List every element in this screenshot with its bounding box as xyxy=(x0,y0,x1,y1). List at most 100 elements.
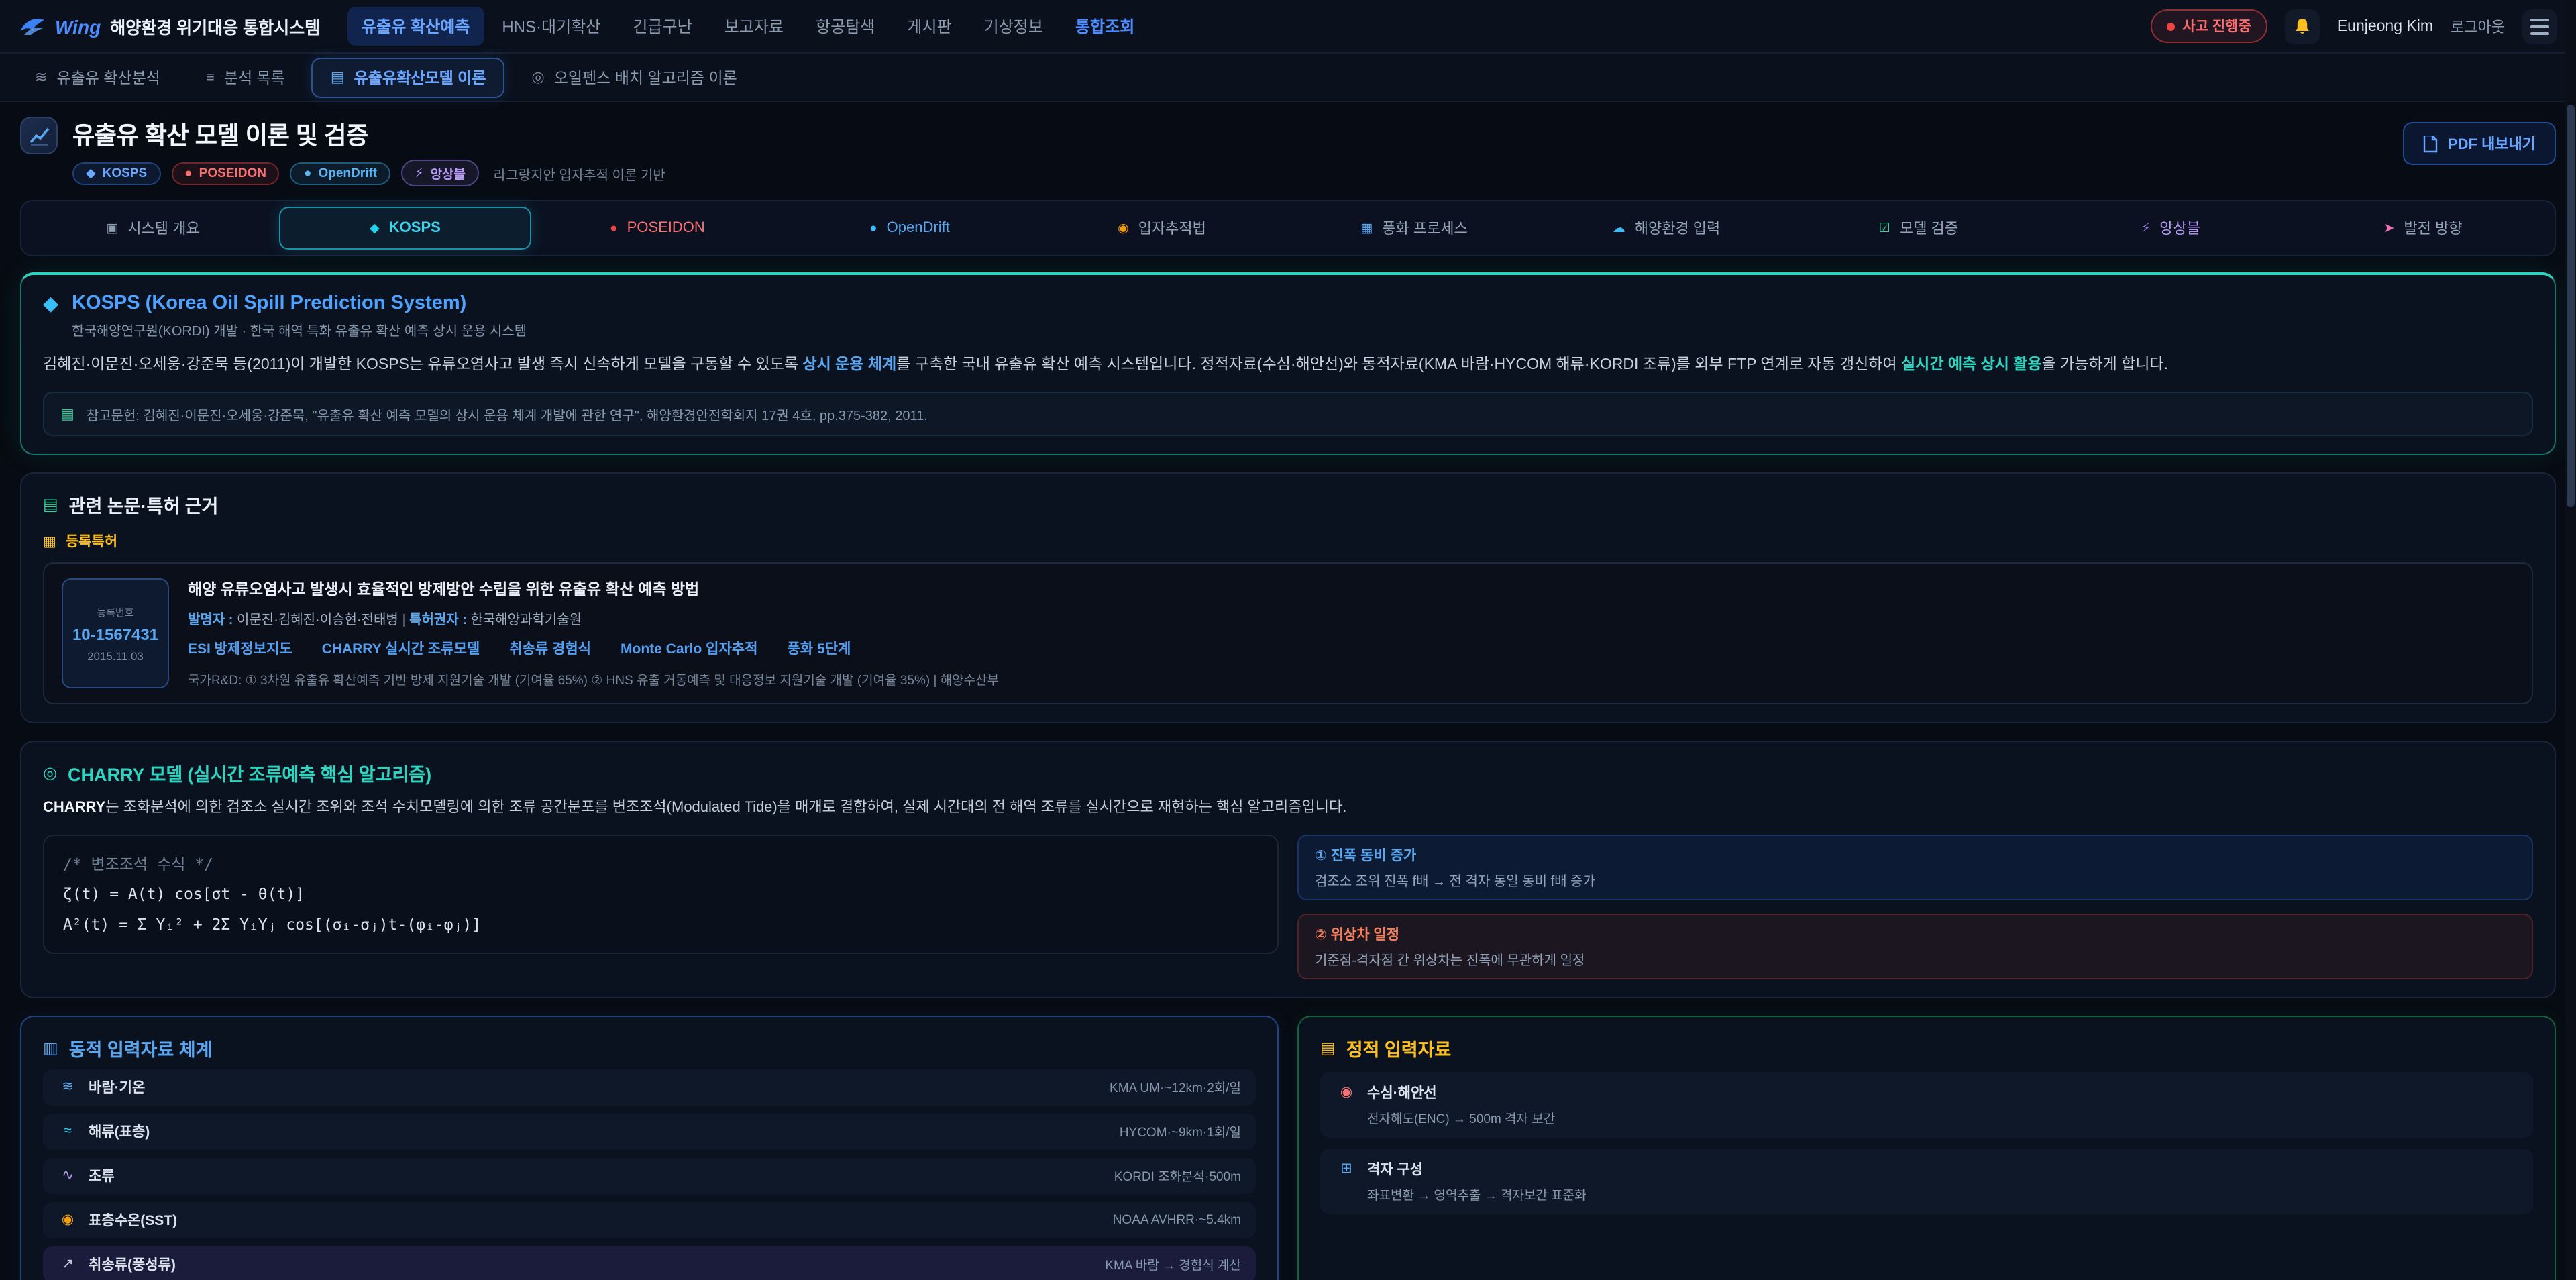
dynamic-input-title: ▥ 동적 입력자료 체계 xyxy=(43,1034,1256,1061)
nav-item-weather-info[interactable]: 기상정보 xyxy=(969,7,1058,46)
reference-box: ▤ 참고문헌: 김혜진·이문진·오세웅·강준묵, "유출유 확산 예측 모델의 … xyxy=(43,392,2533,436)
dyn-row-wind-temp: ≋ 바람·기온 KMA UM·~12km·2회/일 xyxy=(43,1069,1256,1105)
blue-dot-icon: ● xyxy=(869,221,877,235)
subtab-spill-analysis[interactable]: ≋ 유출유 확산분석 xyxy=(16,57,179,97)
page-header: 유출유 확산 모델 이론 및 검증 ◆ KOSPS ● POSEIDON ● O… xyxy=(0,102,2576,196)
nav-item-aerial-search[interactable]: 항공탐색 xyxy=(801,7,890,46)
pdf-icon xyxy=(2424,135,2438,152)
nav-item-emergency-rescue[interactable]: 긴급구난 xyxy=(618,7,706,46)
dyn-row-surface-current: ≈ 해류(표층) HYCOM·~9km·1회/일 xyxy=(43,1113,1256,1149)
kosps-title-block: KOSPS (Korea Oil Spill Prediction System… xyxy=(72,292,527,339)
book-icon: ▤ xyxy=(60,405,74,423)
subtab-label: 오일펜스 배치 알고리즘 이론 xyxy=(554,66,737,88)
charry-model-card: ◎ CHARRY 모델 (실시간 조류예측 핵심 알고리즘) CHARRY는 조… xyxy=(20,741,2556,998)
nav-item-oil-spill-prediction[interactable]: 유출유 확산예측 xyxy=(347,7,484,46)
vertical-scrollbar[interactable] xyxy=(2565,0,2576,1280)
diamond-icon: ◆ xyxy=(43,292,58,317)
stab-kosps[interactable]: ◆ KOSPS xyxy=(279,207,531,250)
patent-title: 해양 유류오염사고 발생시 효율적인 방제방안 수립을 위한 유출유 확산 예측… xyxy=(188,578,2514,600)
stab-particle-tracking[interactable]: ◉ 입자추적법 xyxy=(1036,207,1288,250)
arrow-icon: ↗ xyxy=(58,1256,78,1272)
inventors: 이문진·김혜진·이승현·전태병 xyxy=(237,613,398,628)
alert-dot-icon xyxy=(2166,22,2174,30)
rocket-icon: ➤ xyxy=(2383,221,2394,235)
assignee: 한국해양과학기술원 xyxy=(470,613,582,628)
stab-ensemble[interactable]: ⚡ 앙상블 xyxy=(2045,207,2297,250)
highlight-realtime-use: 실시간 예측 상시 활용 xyxy=(1901,357,2042,373)
incident-status-badge[interactable]: 사고 진행중 xyxy=(2150,9,2267,43)
folder-icon: ▤ xyxy=(1320,1038,1336,1057)
charry-section-title: ◎ CHARRY 모델 (실시간 조류예측 핵심 알고리즘) xyxy=(43,759,2533,786)
nav-item-hns-air-diffusion[interactable]: HNS·대기확산 xyxy=(487,7,615,46)
incident-badge-label: 사고 진행중 xyxy=(2182,16,2251,36)
tag-esi-map[interactable]: ESI 방제정보지도 xyxy=(188,639,292,659)
title-column: 유출유 확산 모델 이론 및 검증 ◆ KOSPS ● POSEIDON ● O… xyxy=(72,117,665,186)
tide-icon: ∿ xyxy=(58,1167,78,1183)
tag-monte-carlo[interactable]: Monte Carlo 입자추적 xyxy=(621,639,757,659)
stab-roadmap[interactable]: ➤ 발전 방향 xyxy=(2297,207,2549,250)
stab-validation[interactable]: ☑ 모델 검증 xyxy=(1792,207,2045,250)
badge-ensemble: ⚡ 앙상블 xyxy=(401,160,479,186)
model-badge-row: ◆ KOSPS ● POSEIDON ● OpenDrift ⚡ 앙상블 라그랑… xyxy=(72,160,665,186)
user-name: Eunjeong Kim xyxy=(2337,18,2433,34)
dynamic-input-card: ▥ 동적 입력자료 체계 ≋ 바람·기온 KMA UM·~12km·2회/일 ≈… xyxy=(20,1015,1279,1280)
reference-text: 참고문헌: 김혜진·이문진·오세웅·강준묵, "유출유 확산 예측 모델의 상시… xyxy=(87,404,928,424)
scrollbar-thumb[interactable] xyxy=(2567,105,2575,507)
patent-registration-box: 등록번호 10-1567431 2015.11.03 xyxy=(62,578,169,688)
stab-poseidon[interactable]: ● POSEIDON xyxy=(531,207,784,250)
process-icon: ▦ xyxy=(1360,221,1373,235)
charry-content-grid: /* 변조조석 수식 */ ζ(t) = A(t) cos[σt - θ(t)]… xyxy=(43,834,2533,979)
bell-icon xyxy=(2293,17,2312,36)
check-icon: ☑ xyxy=(1879,221,1890,235)
logout-button[interactable]: 로그아웃 xyxy=(2451,15,2505,37)
list-icon: ≡ xyxy=(206,69,215,85)
nav-item-board[interactable]: 게시판 xyxy=(892,7,966,46)
formula-line-2: A²(t) = Σ Yᵢ² + 2Σ YᵢYⱼ cos[(σᵢ-σⱼ)t-(φᵢ… xyxy=(63,909,1258,939)
certificate-icon: ▦ xyxy=(43,533,56,549)
wing-logo-icon xyxy=(19,13,46,40)
subtab-label: 유출유 확산분석 xyxy=(56,66,160,88)
stab-weathering[interactable]: ▦ 풍화 프로세스 xyxy=(1288,207,1540,250)
grid-icon: ⊞ xyxy=(1336,1161,1356,1177)
patent-section-title: ▤ 관련 논문·특허 근거 xyxy=(43,491,2533,518)
kosps-card-subtitle: 한국해양연구원(KORDI) 개발 · 한국 해역 특화 유출유 확산 예측 상… xyxy=(72,319,527,339)
patent-main-info: 해양 유류오염사고 발생시 효율적인 방제방안 수립을 위한 유출유 확산 예측… xyxy=(188,578,2514,688)
app-logo[interactable]: Wing 해양환경 위기대응 통합시스템 xyxy=(19,13,320,40)
analysis-icon: ≋ xyxy=(35,68,47,86)
highlight-operational-system: 상시 운용 체계 xyxy=(802,357,896,373)
static-input-title: ▤ 정적 입력자료 xyxy=(1320,1034,2533,1061)
red-dot-icon: ● xyxy=(610,221,618,235)
stab-opendrift[interactable]: ● OpenDrift xyxy=(784,207,1036,250)
theory-basis-note: 라그랑지안 입자추적 이론 기반 xyxy=(494,163,665,183)
registration-date: 2015.11.03 xyxy=(70,649,161,662)
pin-icon: ◉ xyxy=(1336,1084,1356,1100)
static-item-bathymetry: ◉ 수심·해안선 전자해도(ENC) → 500m 격자 보간 xyxy=(1320,1071,2533,1137)
bar-chart-icon: ▥ xyxy=(43,1038,58,1057)
stab-ocean-input[interactable]: ☁ 해양환경 입력 xyxy=(1540,207,1792,250)
badge-opendrift: ● OpenDrift xyxy=(290,162,390,184)
charry-description: CHARRY는 조화분석에 의한 검조소 실시간 조위와 조석 수치모델링에 의… xyxy=(43,797,2533,820)
stab-overview[interactable]: ▣ 시스템 개요 xyxy=(27,207,279,250)
patent-tag-row: ESI 방제정보지도 CHARRY 실시간 조류모델 취송류 경험식 Monte… xyxy=(188,639,2514,659)
tag-weathering-stages[interactable]: 풍화 5단계 xyxy=(787,639,851,659)
pdf-export-label: PDF 내보내기 xyxy=(2448,133,2536,154)
kosps-overview-card: ◆ KOSPS (Korea Oil Spill Prediction Syst… xyxy=(20,272,2556,455)
subtab-oil-fence-theory[interactable]: ◎ 오일펜스 배치 알고리즘 이론 xyxy=(513,57,756,97)
pdf-export-button[interactable]: PDF 내보내기 xyxy=(2404,122,2556,165)
badge-poseidon: ● POSEIDON xyxy=(171,162,280,184)
tag-charry-model[interactable]: CHARRY 실시간 조류모델 xyxy=(322,639,480,659)
subtab-analysis-list[interactable]: ≡ 분석 목록 xyxy=(187,57,304,97)
modulated-tide-formula-block: /* 변조조석 수식 */ ζ(t) = A(t) cos[σt - θ(t)]… xyxy=(43,834,1279,954)
callout-phase-constant: ② 위상차 일정 기준점-격자점 간 위상차는 진폭에 무관하게 일정 xyxy=(1297,913,2533,979)
subtab-model-theory[interactable]: ▤ 유출유확산모델 이론 xyxy=(312,57,505,97)
nav-item-integrated-search[interactable]: 통합조회 xyxy=(1061,7,1149,46)
menu-button[interactable] xyxy=(2522,9,2557,44)
tag-wdc-formula[interactable]: 취송류 경험식 xyxy=(509,639,591,659)
dot-icon: ● xyxy=(304,166,312,180)
document-icon: ▤ xyxy=(331,68,345,86)
app-root: Wing 해양환경 위기대응 통합시스템 유출유 확산예측 HNS·대기확산 긴… xyxy=(0,0,2576,1280)
nav-item-reports[interactable]: 보고자료 xyxy=(710,7,798,46)
notifications-button[interactable] xyxy=(2285,9,2320,44)
assignee-label: 특허권자 : xyxy=(409,613,470,628)
national-rnd-note: 국가R&D: ① 3차원 유출유 확산예측 기반 방제 지원기술 개발 (기여율… xyxy=(188,670,2514,688)
